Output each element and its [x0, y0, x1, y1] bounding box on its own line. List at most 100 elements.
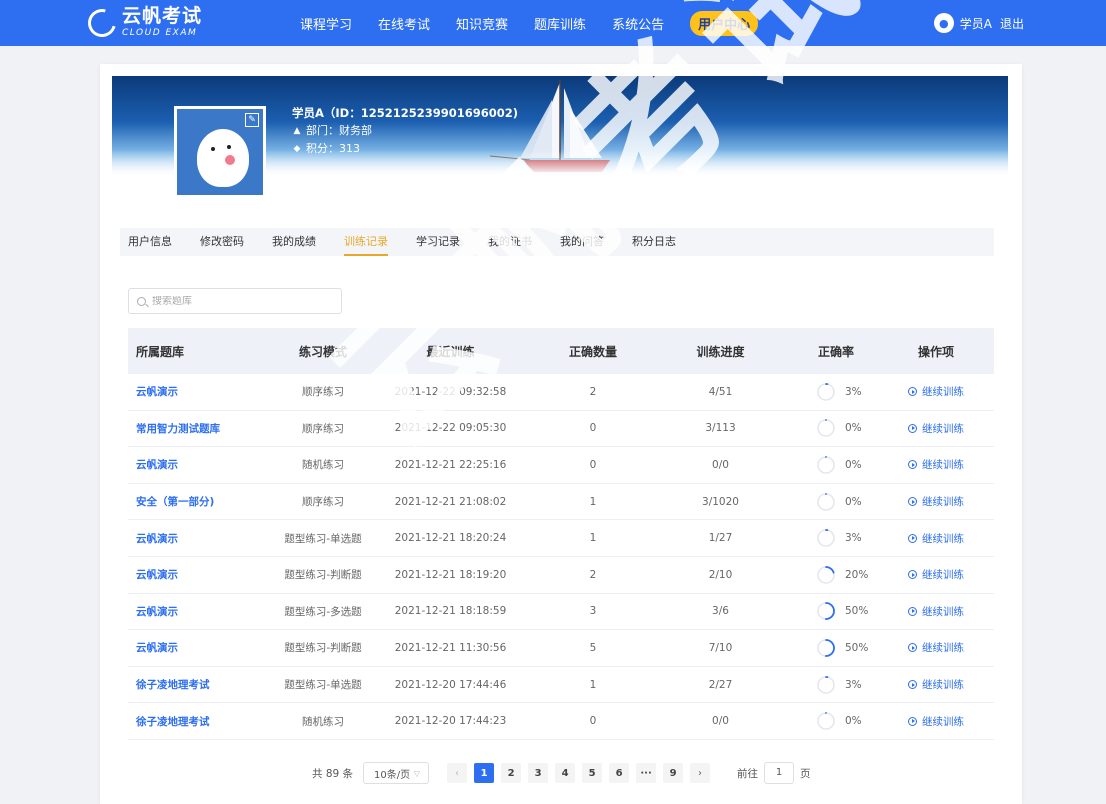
last-training-cell: 2021-12-21 18:19:20: [394, 568, 507, 581]
progress-cell: 7/10: [708, 641, 733, 654]
progress-cell: 3/1020: [702, 495, 739, 508]
logout-link[interactable]: 退出: [1000, 15, 1024, 32]
search-box[interactable]: [128, 288, 342, 314]
continue-training-button[interactable]: 继续训练: [908, 421, 964, 436]
tab-points-log[interactable]: 积分日志: [632, 228, 676, 256]
nav-item-contest[interactable]: 知识竞赛: [456, 14, 508, 33]
continue-training-button[interactable]: 继续训练: [908, 714, 964, 729]
user-avatar-icon[interactable]: ●: [933, 13, 954, 33]
logo-title: 云帆考试: [122, 5, 203, 27]
correct-count-cell: 1: [589, 532, 597, 545]
tab-training-records[interactable]: 训练记录: [344, 228, 388, 256]
nav-item-user-center[interactable]: 用户中心: [690, 10, 759, 36]
search-input[interactable]: [152, 295, 332, 307]
progress-cell: 0/0: [712, 458, 729, 471]
prev-page-button[interactable]: ‹: [447, 763, 468, 783]
nav-item-courses[interactable]: 课程学习: [300, 14, 352, 33]
last-training-cell: 2021-12-22 09:32:58: [394, 385, 507, 398]
page-button[interactable]: 4: [555, 763, 576, 783]
top-nav-bar: 云帆考试 CLOUD EXAM 课程学习 在线考试 知识竞赛 题库训练 系统公告…: [0, 0, 1106, 46]
accuracy-ring-icon: [817, 675, 835, 694]
play-icon: [908, 497, 917, 507]
nav-item-exams[interactable]: 在线考试: [378, 14, 430, 33]
continue-training-label: 继续训练: [922, 459, 964, 472]
accuracy-ring-icon: [817, 639, 835, 657]
header-last-training: 最近训练: [426, 344, 475, 359]
bank-link[interactable]: 云帆演示: [136, 569, 178, 581]
profile-avatar[interactable]: ✎: [174, 106, 266, 198]
tab-my-scores[interactable]: 我的成绩: [272, 228, 316, 256]
bank-link[interactable]: 徐子凌地理考试: [136, 679, 210, 691]
play-icon: [908, 606, 917, 616]
last-training-cell: 2021-12-20 17:44:46: [394, 678, 507, 691]
header-progress: 训练进度: [696, 344, 745, 359]
correct-count-cell: 1: [589, 678, 597, 691]
page-numbers: 1 2 3 4 5 6 ··· 9: [474, 763, 690, 783]
mode-cell: 题型练习-单选题: [284, 532, 362, 545]
continue-training-button[interactable]: 继续训练: [908, 677, 964, 692]
continue-training-button[interactable]: 继续训练: [908, 531, 964, 546]
goto-page-input[interactable]: 1: [764, 762, 795, 784]
play-icon: [908, 533, 917, 543]
bank-link[interactable]: 常用智力测试题库: [136, 423, 220, 435]
continue-training-button[interactable]: 继续训练: [908, 494, 964, 509]
accuracy-value: 3%: [845, 385, 862, 398]
tab-my-certificates[interactable]: 我的证书: [488, 228, 532, 256]
progress-cell: 1/27: [708, 532, 733, 545]
accuracy-cell: 20%: [778, 565, 878, 585]
bank-link[interactable]: 云帆演示: [136, 386, 178, 398]
continue-training-button[interactable]: 继续训练: [908, 640, 964, 655]
progress-cell: 3/113: [705, 422, 736, 435]
mode-cell: 题型练习-判断题: [284, 569, 362, 582]
tab-change-password[interactable]: 修改密码: [200, 228, 244, 256]
user-name[interactable]: 学员A: [960, 15, 992, 32]
page-button[interactable]: 3: [528, 763, 549, 783]
play-icon: [908, 460, 917, 470]
nav-item-announcements[interactable]: 系统公告: [612, 14, 664, 33]
page-button[interactable]: 5: [582, 763, 603, 783]
page-button[interactable]: 1: [474, 763, 495, 783]
more-pages-button[interactable]: ···: [636, 763, 657, 783]
last-training-cell: 2021-12-22 09:05:30: [394, 422, 507, 435]
last-training-cell: 2021-12-21 21:08:02: [394, 495, 507, 508]
tab-study-records[interactable]: 学习记录: [416, 228, 460, 256]
seal-mascot: [197, 129, 249, 187]
page-size-select[interactable]: 10条/页 ▽: [363, 762, 430, 784]
training-records-table: 所属题库 练习模式 最近训练 正确数量 训练进度 正确率 操作项 云帆演示 顺序练…: [128, 328, 994, 740]
goto-prefix: 前往: [737, 767, 759, 780]
continue-training-button[interactable]: 继续训练: [908, 384, 964, 399]
accuracy-value: 50%: [845, 605, 869, 618]
table-row: 安全（第一部分) 顺序练习 2021-12-21 21:08:02 1 3/1020 0%…: [128, 484, 994, 521]
next-page-button[interactable]: ›: [690, 763, 711, 783]
last-training-cell: 2021-12-20 17:44:23: [394, 715, 507, 728]
table-row: 云帆演示 随机练习 2021-12-21 22:25:16 0 0/0 0% 继续训练: [128, 447, 994, 484]
nav-item-question-bank[interactable]: 题库训练: [534, 14, 586, 33]
tab-my-qa[interactable]: 我的问答: [560, 228, 604, 256]
bank-link[interactable]: 云帆演示: [136, 533, 178, 545]
page-button[interactable]: 2: [501, 763, 522, 783]
continue-training-button[interactable]: 继续训练: [908, 604, 964, 619]
page-button[interactable]: 6: [609, 763, 630, 783]
mascot-eye: [211, 147, 215, 151]
continue-training-label: 继续训练: [922, 679, 964, 692]
profile-name-id: 学员A（ID：1252125239901696002): [292, 106, 519, 120]
accuracy-ring-icon: [817, 529, 835, 548]
play-icon: [908, 643, 917, 653]
header-accuracy: 正确率: [818, 344, 855, 359]
bank-link[interactable]: 徐子凌地理考试: [136, 716, 210, 728]
continue-training-button[interactable]: 继续训练: [908, 457, 964, 472]
continue-training-button[interactable]: 继续训练: [908, 567, 964, 582]
bank-link[interactable]: 安全（第一部分): [136, 496, 214, 508]
bank-link[interactable]: 云帆演示: [136, 606, 178, 618]
app-logo[interactable]: 云帆考试 CLOUD EXAM: [82, 3, 203, 42]
edit-avatar-icon[interactable]: ✎: [245, 113, 259, 127]
continue-training-label: 继续训练: [922, 642, 964, 655]
correct-count-cell: 0: [589, 458, 597, 471]
header-correct-count: 正确数量: [568, 344, 617, 359]
continue-training-label: 继续训练: [922, 496, 964, 509]
bank-link[interactable]: 云帆演示: [136, 642, 178, 654]
bank-link[interactable]: 云帆演示: [136, 459, 178, 471]
continue-training-label: 继续训练: [922, 569, 964, 582]
tab-user-info[interactable]: 用户信息: [128, 228, 172, 256]
page-button[interactable]: 9: [663, 763, 684, 783]
